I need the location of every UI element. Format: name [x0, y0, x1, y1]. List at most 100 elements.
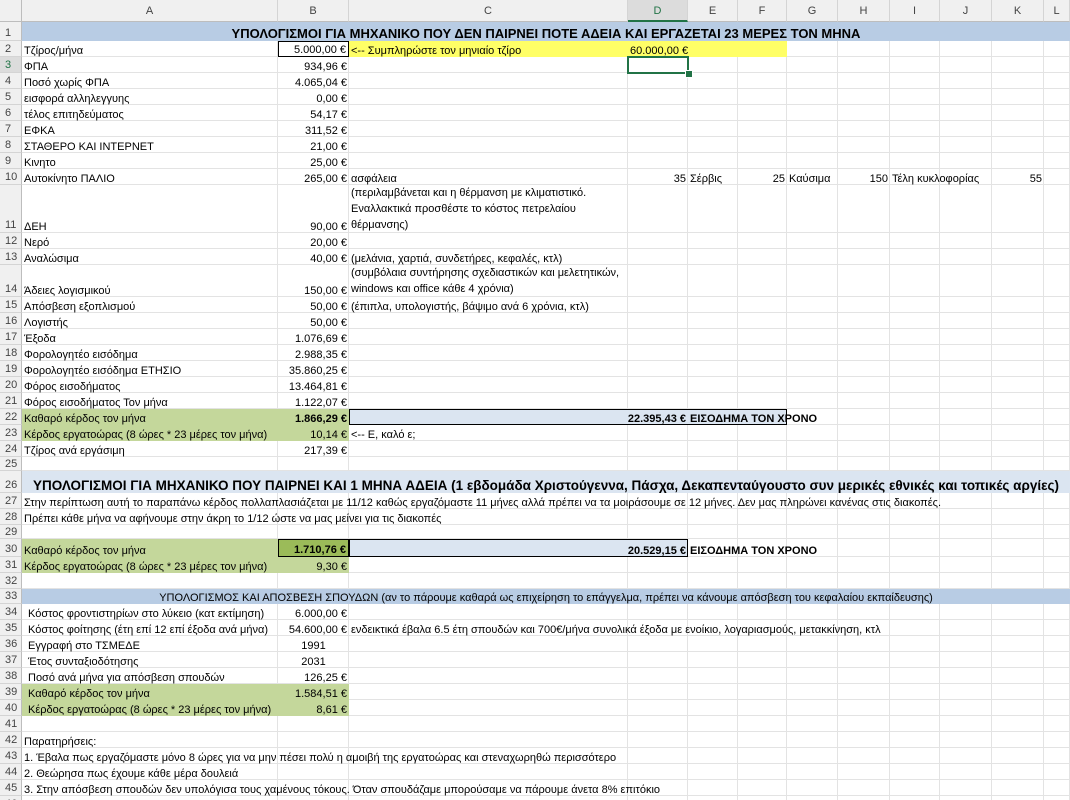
row-header-5[interactable]: 5 [0, 89, 22, 105]
value-b21[interactable]: 1.122,07 € [278, 393, 349, 409]
value-b7[interactable]: 311,52 € [278, 121, 349, 137]
label-a14[interactable]: Άδειες λογισμικού [22, 265, 278, 297]
note-2[interactable]: 2. Θεώρησα πως έχουμε κάθε μέρα δουλειά [22, 764, 1070, 780]
value-b15[interactable]: 50,00 € [278, 297, 349, 313]
label-a34[interactable]: Κόστος φροντιστηρίων στο λύκειο (κατ εκτ… [22, 604, 278, 620]
row-header-37[interactable]: 37 [0, 652, 22, 668]
value-b22[interactable]: 1.866,29 € [278, 409, 349, 425]
row-header-8[interactable]: 8 [0, 137, 22, 153]
note-study-costs[interactable]: ενδεικτικά έβαλα 6.5 έτη σπουδών και 700… [349, 620, 1070, 636]
label-a22[interactable]: Καθαρό κέρδος τον μήνα [22, 409, 278, 425]
row-header-3[interactable]: 3 [0, 57, 22, 73]
label-a35[interactable]: Κόστος φοίτησης (έτη επί 12 επί έξοδα αν… [22, 620, 278, 636]
title-1[interactable]: ΥΠΟΛΟΓΙΣΜΟΙ ΓΙΑ ΜΗΧΑΝΙΚΟ ΠΟΥ ΔΕΝ ΠΑΙΡΝΕΙ… [22, 22, 1070, 41]
label-a20[interactable]: Φόρος εισοδήματος [22, 377, 278, 393]
value-b37[interactable]: 2031 [278, 652, 349, 668]
car-insurance-value[interactable]: 35 [628, 169, 688, 185]
row-header-43[interactable]: 43 [0, 748, 22, 764]
hint-fill-turnover[interactable]: <-- Συμπληρώστε τον μηνιαίο τζίρο [349, 41, 628, 57]
car-tax-value[interactable]: 55 [992, 169, 1044, 185]
row-header-30[interactable]: 30 [0, 539, 22, 557]
label-a24[interactable]: Τζίρος ανά εργάσιμη [22, 441, 278, 457]
row-header-35[interactable]: 35 [0, 620, 22, 636]
label-a17[interactable]: Έξοδα [22, 329, 278, 345]
row-header-14[interactable]: 14 [0, 265, 22, 297]
select-all-corner[interactable] [0, 0, 22, 22]
car-tax-label[interactable]: Τέλη κυκλοφορίας [890, 169, 992, 185]
row-header-1[interactable]: 1 [0, 22, 22, 41]
row-header-34[interactable]: 34 [0, 604, 22, 620]
row-header-6[interactable]: 6 [0, 105, 22, 121]
value-b11[interactable]: 90,00 € [278, 185, 349, 233]
active-cell-d3[interactable] [627, 56, 689, 74]
note-consumables[interactable]: (μελάνια, χαρτιά, συνδετήρες, κεφαλές, κ… [349, 249, 628, 265]
car-fuel-label[interactable]: Καύσιμα [787, 169, 838, 185]
row-header-31[interactable]: 31 [0, 557, 22, 573]
label-a40[interactable]: Κέρδος εργατοώρας (8 ώρες * 23 μέρες τον… [22, 700, 278, 716]
value-b19[interactable]: 35.860,25 € [278, 361, 349, 377]
value-b34[interactable]: 6.000,00 € [278, 604, 349, 620]
row-header-20[interactable]: 20 [0, 377, 22, 393]
value-b13[interactable]: 40,00 € [278, 249, 349, 265]
value-b40[interactable]: 8,61 € [278, 700, 349, 716]
value-b18[interactable]: 2.988,35 € [278, 345, 349, 361]
note-row-27[interactable]: Στην περίπτωση αυτή το παραπάνω κέρδος π… [22, 493, 1070, 509]
label-a12[interactable]: Νερό [22, 233, 278, 249]
column-header-c[interactable]: C [349, 0, 628, 22]
note-software[interactable]: (συμβόλαια συντήρησης σχεδιαστικών και μ… [349, 265, 628, 297]
column-header-g[interactable]: G [787, 0, 838, 22]
column-header-d[interactable]: D [628, 0, 688, 22]
annual-income-value-2[interactable]: 20.529,15 € [349, 539, 688, 557]
row-header-18[interactable]: 18 [0, 345, 22, 361]
column-header-e[interactable]: E [688, 0, 738, 22]
value-b35[interactable]: 54.600,00 € [278, 620, 349, 636]
label-a9[interactable]: Κινητο [22, 153, 278, 169]
value-b12[interactable]: 20,00 € [278, 233, 349, 249]
label-a4[interactable]: Ποσό χωρίς ΦΠΑ [22, 73, 278, 89]
value-b5[interactable]: 0,00 € [278, 89, 349, 105]
value-b6[interactable]: 54,17 € [278, 105, 349, 121]
value-b20[interactable]: 13.464,81 € [278, 377, 349, 393]
title-2[interactable]: ΥΠΟΛΟΓΙΣΜΟΙ ΓΙΑ ΜΗΧΑΝΙΚΟ ΠΟΥ ΠΑΙΡΝΕΙ ΚΑΙ… [22, 471, 1070, 493]
row-header-26[interactable]: 26 [0, 471, 22, 493]
value-b8[interactable]: 21,00 € [278, 137, 349, 153]
row-header-12[interactable]: 12 [0, 233, 22, 249]
row-header-21[interactable]: 21 [0, 393, 22, 409]
label-a39[interactable]: Καθαρό κέρδος τον μήνα [22, 684, 278, 700]
column-header-j[interactable]: J [940, 0, 992, 22]
column-header-i[interactable]: I [890, 0, 940, 22]
row-header-2[interactable]: 2 [0, 41, 22, 57]
annual-turnover[interactable]: 60.000,00 € [628, 41, 688, 57]
row-header-25[interactable]: 25 [0, 457, 22, 471]
row-header-44[interactable]: 44 [0, 764, 22, 780]
label-a5[interactable]: εισφορά αλληλεγγυης [22, 89, 278, 105]
column-header-l[interactable]: L [1044, 0, 1070, 22]
value-b3[interactable]: 934,96 € [278, 57, 349, 73]
note-electricity[interactable]: (περιλαμβάνεται και η θέρμανση με κλιματ… [349, 185, 628, 233]
notes-heading[interactable]: Παρατηρήσεις: [22, 732, 628, 748]
column-header-b[interactable]: B [278, 0, 349, 22]
value-b23[interactable]: 10,14 € [278, 425, 349, 441]
annual-income-label[interactable]: ΕΙΣΟΔΗΜΑ ΤΟΝ ΧΡΟΝΟ [688, 409, 817, 425]
row-header-45[interactable]: 45 [0, 780, 22, 796]
column-header-h[interactable]: H [838, 0, 890, 22]
row-header-16[interactable]: 16 [0, 313, 22, 329]
value-b17[interactable]: 1.076,69 € [278, 329, 349, 345]
label-a36[interactable]: Εγγραφή στο ΤΣΜΕΔΕ [22, 636, 278, 652]
column-header-k[interactable]: K [992, 0, 1044, 22]
row-header-13[interactable]: 13 [0, 249, 22, 265]
car-insurance-label[interactable]: ασφάλεια [349, 169, 628, 185]
car-service-label[interactable]: Σέρβις [688, 169, 738, 185]
row-header-15[interactable]: 15 [0, 297, 22, 313]
label-a7[interactable]: ΕΦΚΑ [22, 121, 278, 137]
note-row-28[interactable]: Πρέπει κάθε μήνα να αφήνουμε στην άκρη τ… [22, 509, 1070, 525]
value-b16[interactable]: 50,00 € [278, 313, 349, 329]
value-b10[interactable]: 265,00 € [278, 169, 349, 185]
spreadsheet[interactable]: ABCDEFGHIJKL 1 2 3 4 5 6 7 8 9 10 11 12 13 14 15 16 17 18… [0, 0, 1070, 800]
note-good[interactable]: <-- Ε, καλό ε; [349, 425, 628, 441]
value-b30[interactable]: 1.710,76 € [278, 539, 349, 557]
label-a16[interactable]: Λογιστής [22, 313, 278, 329]
row-header-7[interactable]: 7 [0, 121, 22, 137]
row-header-10[interactable]: 10 [0, 169, 22, 185]
label-a18[interactable]: Φορολογητέο εισόδημα [22, 345, 278, 361]
